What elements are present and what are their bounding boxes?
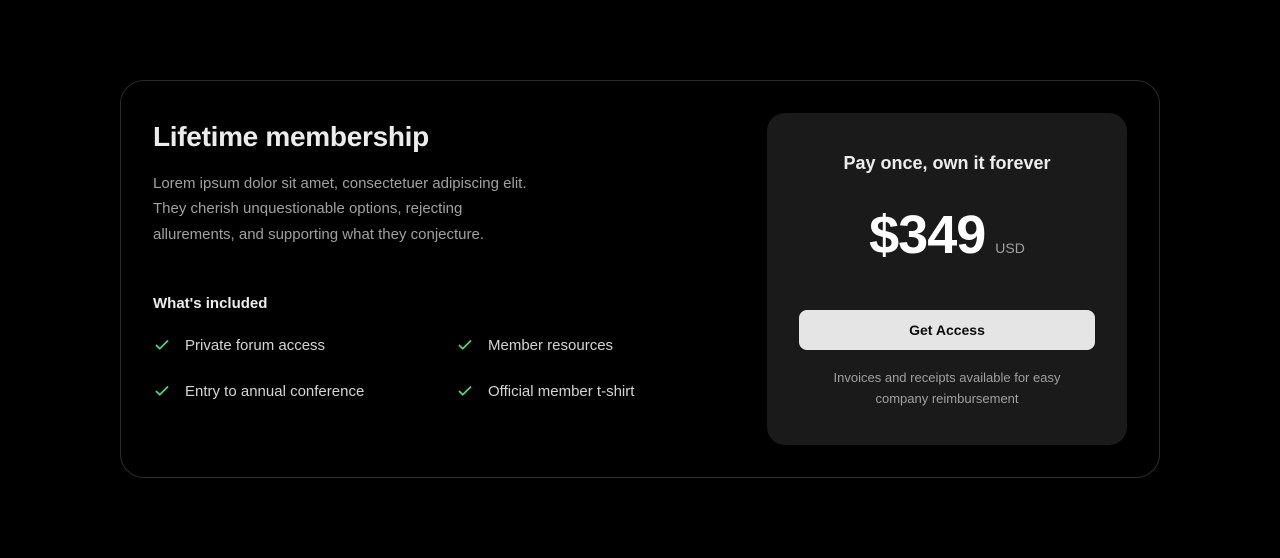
check-icon (456, 382, 474, 400)
price-footnote: Invoices and receipts available for easy… (827, 368, 1067, 410)
price-currency: USD (995, 240, 1025, 256)
feature-label: Private forum access (185, 337, 325, 354)
plan-title: Lifetime membership (153, 121, 735, 153)
check-icon (456, 336, 474, 354)
price-value: $349 (869, 204, 985, 266)
check-icon (153, 382, 171, 400)
plan-details: Lifetime membership Lorem ipsum dolor si… (153, 113, 735, 446)
plan-description: Lorem ipsum dolor sit amet, consectetuer… (153, 171, 533, 248)
feature-label: Entry to annual conference (185, 383, 364, 400)
feature-item: Official member t-shirt (456, 382, 735, 400)
feature-item: Member resources (456, 336, 735, 354)
included-heading: What's included (153, 295, 735, 312)
price-panel: Pay once, own it forever $349 USD Get Ac… (767, 113, 1127, 446)
price-heading: Pay once, own it forever (843, 153, 1050, 174)
feature-label: Official member t-shirt (488, 383, 634, 400)
get-access-button[interactable]: Get Access (799, 310, 1095, 350)
feature-list: Private forum access Member resources En… (153, 336, 735, 400)
feature-item: Entry to annual conference (153, 382, 432, 400)
price-row: $349 USD (869, 204, 1025, 266)
feature-label: Member resources (488, 337, 613, 354)
feature-item: Private forum access (153, 336, 432, 354)
pricing-card: Lifetime membership Lorem ipsum dolor si… (120, 80, 1160, 479)
check-icon (153, 336, 171, 354)
